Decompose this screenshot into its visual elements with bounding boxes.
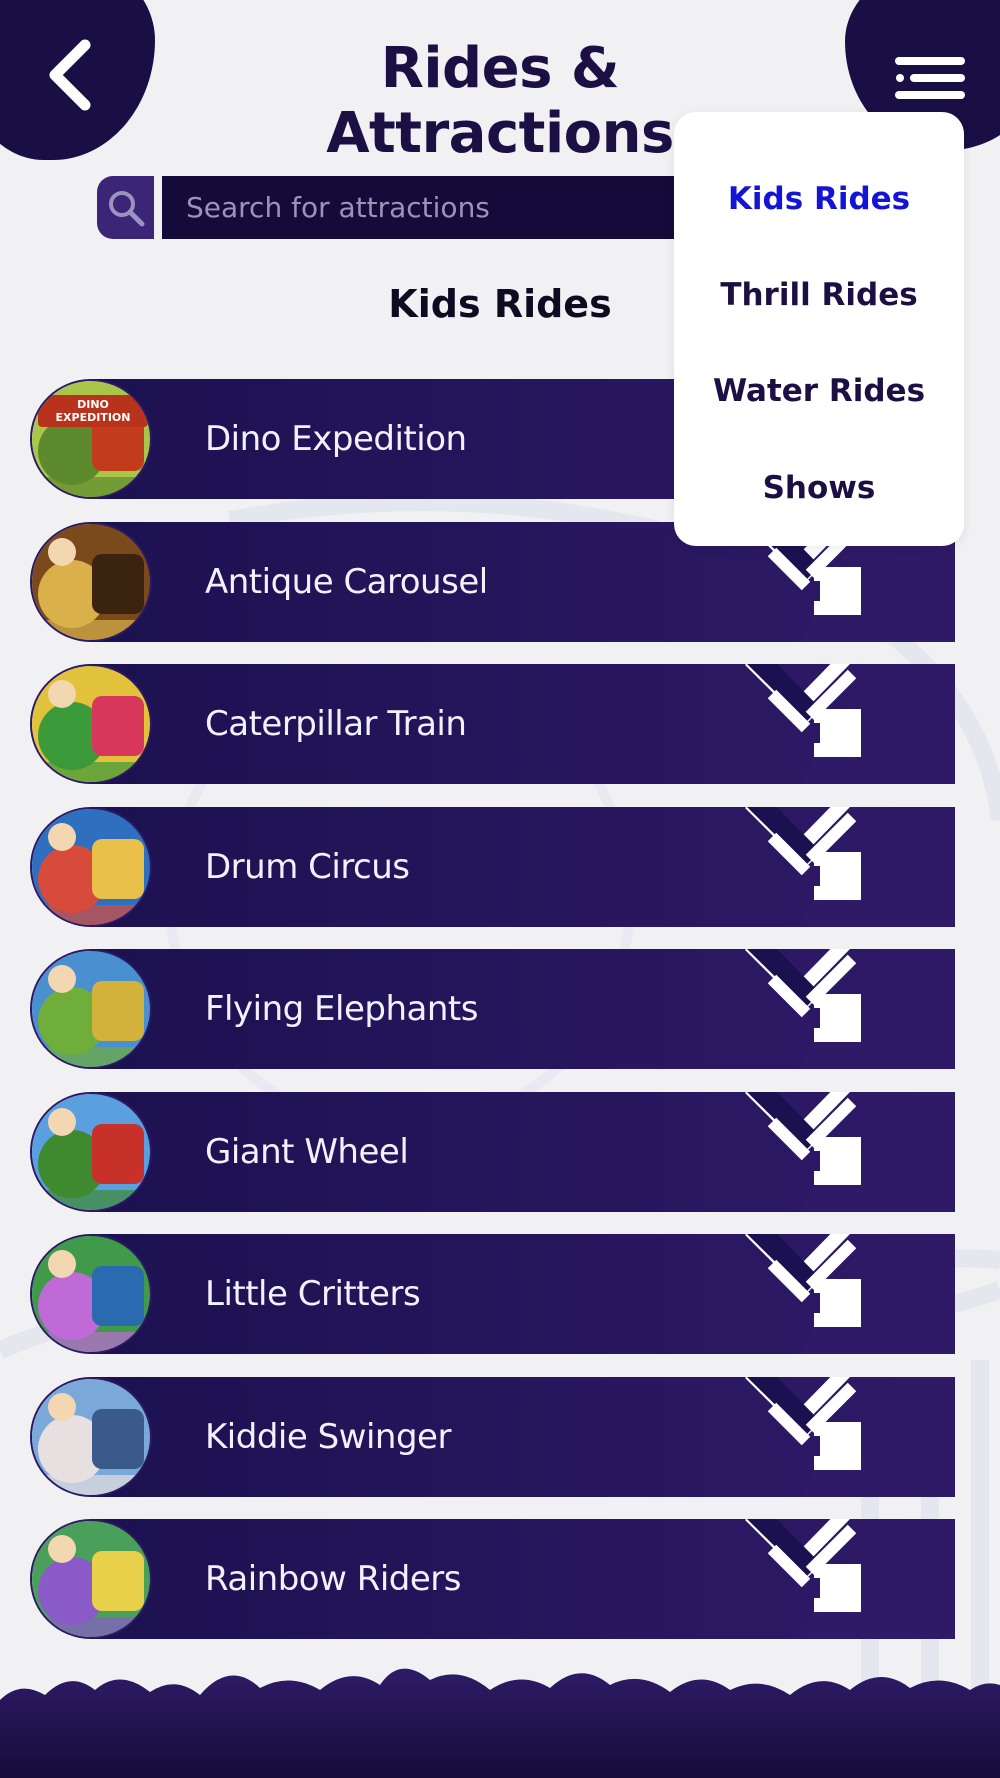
footer-crowd-silhouette (0, 1668, 1000, 1778)
ride-item-bar (90, 807, 955, 927)
back-button[interactable] (30, 30, 110, 120)
section-title: Kids Rides (388, 282, 612, 326)
ride-item-bar (90, 664, 955, 784)
ride-label: Little Critters (205, 1274, 421, 1314)
ride-label: Rainbow Riders (205, 1559, 461, 1599)
ride-thumbnail (30, 1092, 152, 1212)
ride-item-bar (90, 949, 955, 1069)
ride-list-item[interactable]: Giant Wheel (30, 1092, 955, 1212)
ride-label: Giant Wheel (205, 1132, 409, 1172)
ride-thumbnail (30, 807, 152, 927)
ride-list-item[interactable]: Little Critters (30, 1234, 955, 1354)
search-input[interactable] (162, 176, 702, 239)
ride-label: Antique Carousel (205, 562, 488, 602)
ride-thumbnail (30, 1377, 152, 1497)
menu-button[interactable] (890, 45, 970, 110)
ride-label: Kiddie Swinger (205, 1417, 451, 1457)
dropdown-item-water-rides[interactable]: Water Rides (674, 361, 964, 421)
ride-list-item[interactable]: Caterpillar Train (30, 664, 955, 784)
ride-thumbnail (30, 949, 152, 1069)
dropdown-item-kids-rides[interactable]: Kids Rides (674, 169, 964, 229)
ride-label: Caterpillar Train (205, 704, 467, 744)
ride-label: Dino Expedition (205, 419, 467, 459)
category-dropdown-menu: Kids Rides Thrill Rides Water Rides Show… (674, 112, 964, 546)
ride-list-item[interactable]: Kiddie Swinger (30, 1377, 955, 1497)
dropdown-item-thrill-rides[interactable]: Thrill Rides (674, 265, 964, 325)
ride-thumbnail (30, 1519, 152, 1639)
search-icon (108, 190, 144, 226)
ride-thumbnail: DINO EXPEDITION (30, 379, 152, 499)
ride-label: Flying Elephants (205, 989, 478, 1029)
ride-item-bar (90, 1234, 955, 1354)
ride-list-item[interactable]: Flying Elephants (30, 949, 955, 1069)
ride-thumbnail (30, 1234, 152, 1354)
thumbnail-logo-text: DINO EXPEDITION (38, 395, 148, 427)
ride-thumbnail (30, 664, 152, 784)
menu-list-icon (895, 56, 965, 99)
chevron-left-icon (49, 39, 91, 111)
ride-item-bar (90, 1092, 955, 1212)
search-button[interactable] (97, 176, 154, 239)
ride-list-item[interactable]: Rainbow Riders (30, 1519, 955, 1639)
ride-label: Drum Circus (205, 847, 410, 887)
ride-item-bar (90, 1519, 955, 1639)
ride-thumbnail (30, 522, 152, 642)
ride-list-item[interactable]: Drum Circus (30, 807, 955, 927)
ride-item-bar (90, 1377, 955, 1497)
dropdown-item-shows[interactable]: Shows (674, 458, 964, 518)
